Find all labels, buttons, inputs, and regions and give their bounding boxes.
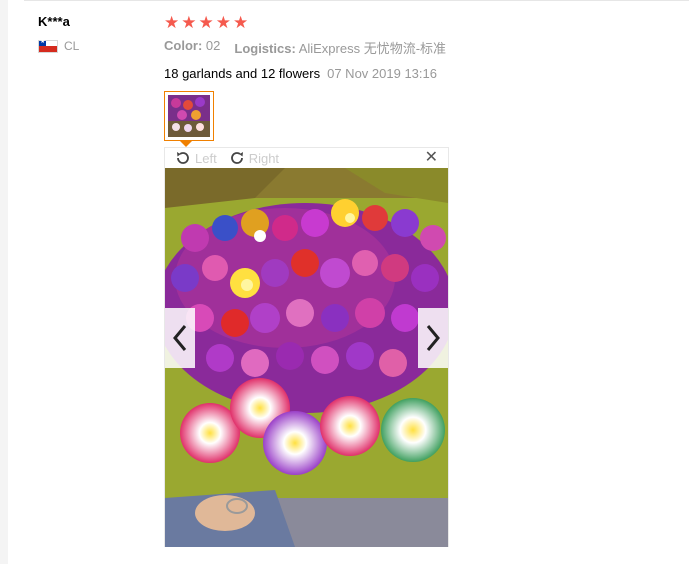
review-text: 18 garlands and 12 flowers <box>164 66 321 81</box>
star-icon: ★ <box>215 13 231 32</box>
country-code: CL <box>64 39 80 53</box>
review-photo <box>165 168 448 547</box>
star-icon: ★ <box>233 13 249 32</box>
left-gutter <box>0 0 8 564</box>
chevron-right-icon <box>426 325 440 351</box>
divider <box>24 0 689 1</box>
star-icon: ★ <box>164 13 180 32</box>
rotate-left-icon <box>177 152 189 164</box>
color-label: Color: <box>164 38 203 53</box>
viewer-toolbar: Left Right ✕ <box>165 148 448 168</box>
color-value: 02 <box>205 38 221 53</box>
reviewer-country: ★ CL <box>38 39 148 53</box>
reviewer-name: K***a <box>38 14 70 29</box>
previous-photo-button[interactable] <box>165 308 195 368</box>
star-icon: ★ <box>198 13 214 32</box>
chevron-left-icon <box>173 325 187 351</box>
next-photo-button[interactable] <box>418 308 448 368</box>
reviewer-info: K***a ★ CL <box>38 14 148 53</box>
star-icon: ★ <box>181 13 197 32</box>
rotate-right-icon <box>230 152 243 164</box>
rotate-right-button[interactable]: Right <box>229 150 279 166</box>
review-photo-thumbnail[interactable] <box>164 91 214 141</box>
rotate-left-label: Left <box>195 150 217 166</box>
logistics-label: Logistics: <box>234 41 296 56</box>
photo-viewer: Left Right ✕ <box>164 147 449 547</box>
review-content: 18 garlands and 12 flowers 07 Nov 2019 1… <box>164 66 664 81</box>
rotate-left-button[interactable]: Left <box>175 150 217 166</box>
close-icon[interactable]: ✕ <box>425 150 438 166</box>
logistics-info: Logistics: AliExpress 无忧物流-标准 <box>234 38 446 57</box>
logistics-value: AliExpress 无忧物流-标准 <box>298 41 447 56</box>
review-date: 07 Nov 2019 13:16 <box>327 66 437 81</box>
rotate-right-label: Right <box>248 150 280 166</box>
star-rating: ★ ★ ★ ★ ★ <box>164 14 664 32</box>
chile-flag-icon: ★ <box>38 39 58 53</box>
color-info: Color: 02 <box>164 38 220 57</box>
thumbnail-image <box>168 95 210 137</box>
order-info: Color: 02 Logistics: AliExpress 无忧物流-标准 <box>164 38 664 57</box>
review-body: ★ ★ ★ ★ ★ Color: 02 Logistics: AliExpres… <box>164 14 664 82</box>
